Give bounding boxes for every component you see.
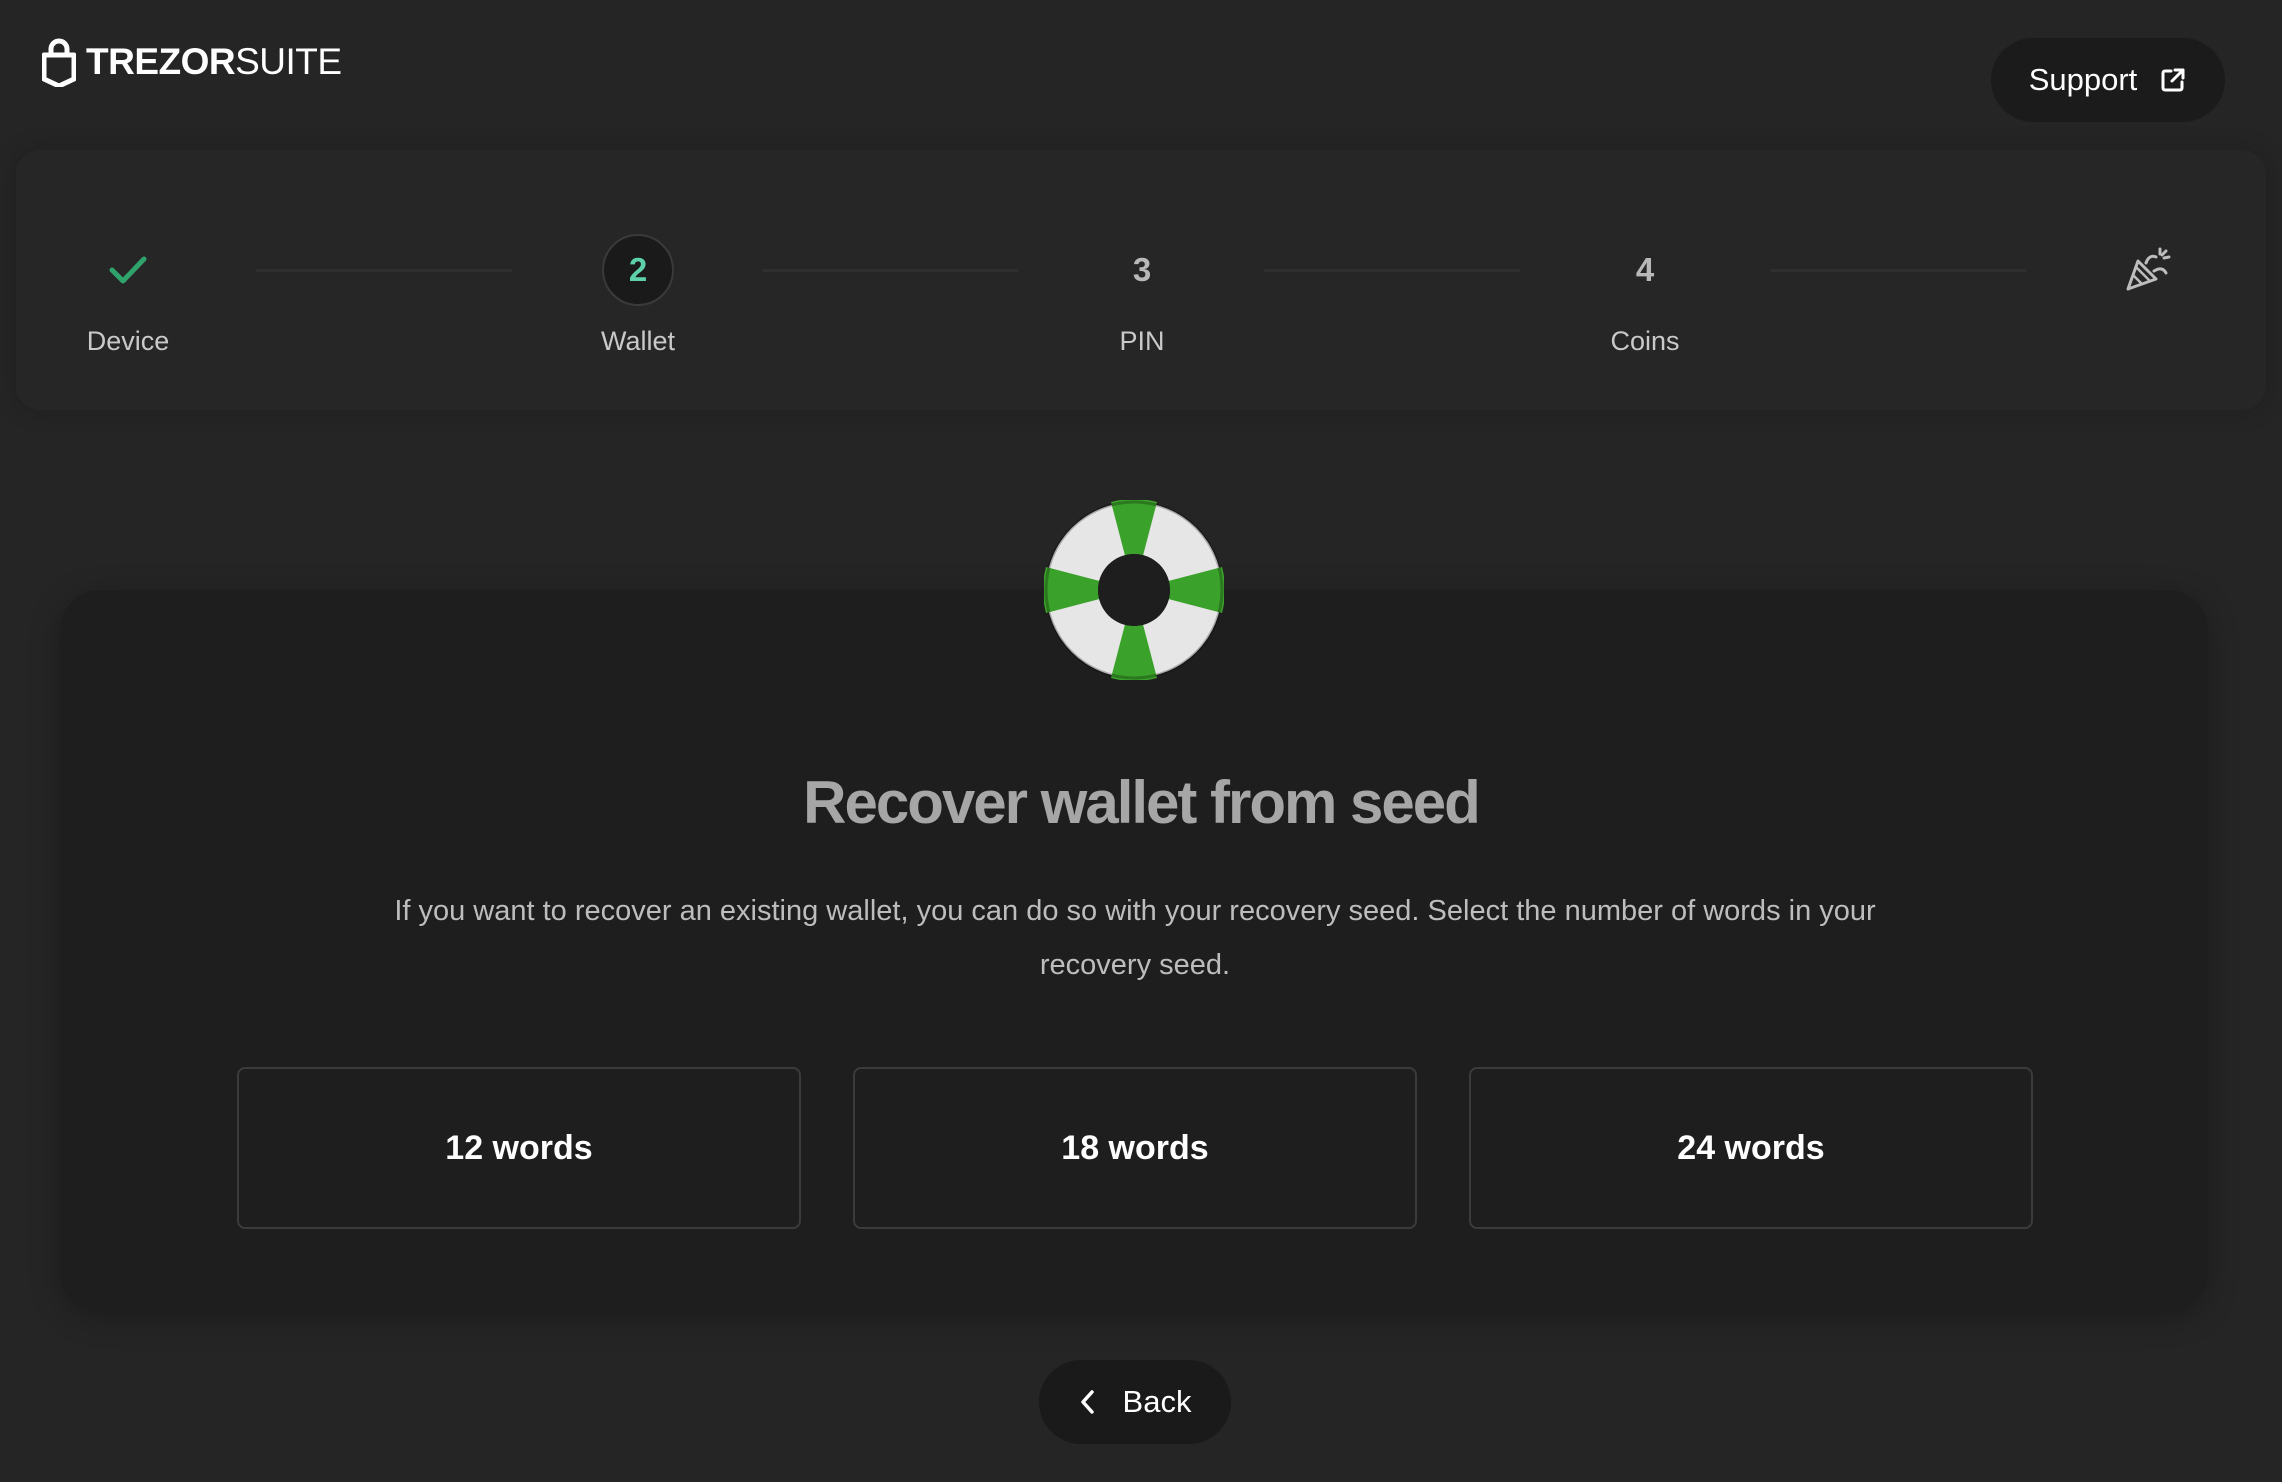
- step-wallet: 2 Wallet: [538, 234, 738, 374]
- step-final-mark: [2111, 234, 2183, 306]
- step-coins-label: Coins: [1610, 326, 1680, 356]
- party-popper-icon: [2126, 247, 2171, 291]
- lifebuoy-icon: [1044, 500, 1224, 680]
- step-pin-mark: 3: [1132, 251, 1152, 288]
- step-connector: [1264, 269, 1520, 272]
- step-coins: 4 Coins: [1545, 234, 1745, 374]
- step-wallet-mark: 2: [602, 234, 674, 306]
- page-title: Recover wallet from seed: [803, 769, 1481, 836]
- step-device: Device: [28, 234, 228, 374]
- page-description: If you want to recover an existing walle…: [394, 895, 1876, 981]
- chevron-left-icon: [1080, 1390, 1094, 1414]
- option-12-words[interactable]: 12 words: [237, 1067, 801, 1229]
- step-connector: [256, 269, 512, 272]
- trezor-lock-icon: [42, 38, 76, 87]
- step-wallet-label: Wallet: [600, 326, 675, 356]
- step-device-label: Device: [86, 326, 170, 356]
- onboarding-page: TREZORSUITE Support Device 2 Wallet 3 PI…: [0, 0, 2282, 1482]
- check-icon: [109, 256, 147, 284]
- step-coins-mark: 4: [1635, 251, 1655, 288]
- step-connector: [762, 269, 1018, 272]
- step-device-mark: [92, 234, 164, 306]
- external-link-icon: [2161, 68, 2185, 92]
- option-18-words[interactable]: 18 words: [853, 1067, 1417, 1229]
- support-label: Support: [2028, 62, 2138, 97]
- step-pin-label: PIN: [1119, 326, 1165, 356]
- back-label: Back: [1122, 1384, 1192, 1419]
- onboarding-stepper: Device 2 Wallet 3 PIN 4 Coins: [16, 150, 2266, 410]
- logo-text: TREZORSUITE: [86, 41, 342, 82]
- option-24-words[interactable]: 24 words: [1469, 1067, 2033, 1229]
- back-button[interactable]: Back: [1039, 1360, 1231, 1444]
- trezor-suite-logo: TREZORSUITE: [42, 36, 342, 88]
- step-connector: [1770, 269, 2026, 272]
- step-final: [2047, 234, 2247, 374]
- step-pin: 3 PIN: [1042, 234, 1242, 374]
- support-button[interactable]: Support: [1991, 38, 2225, 122]
